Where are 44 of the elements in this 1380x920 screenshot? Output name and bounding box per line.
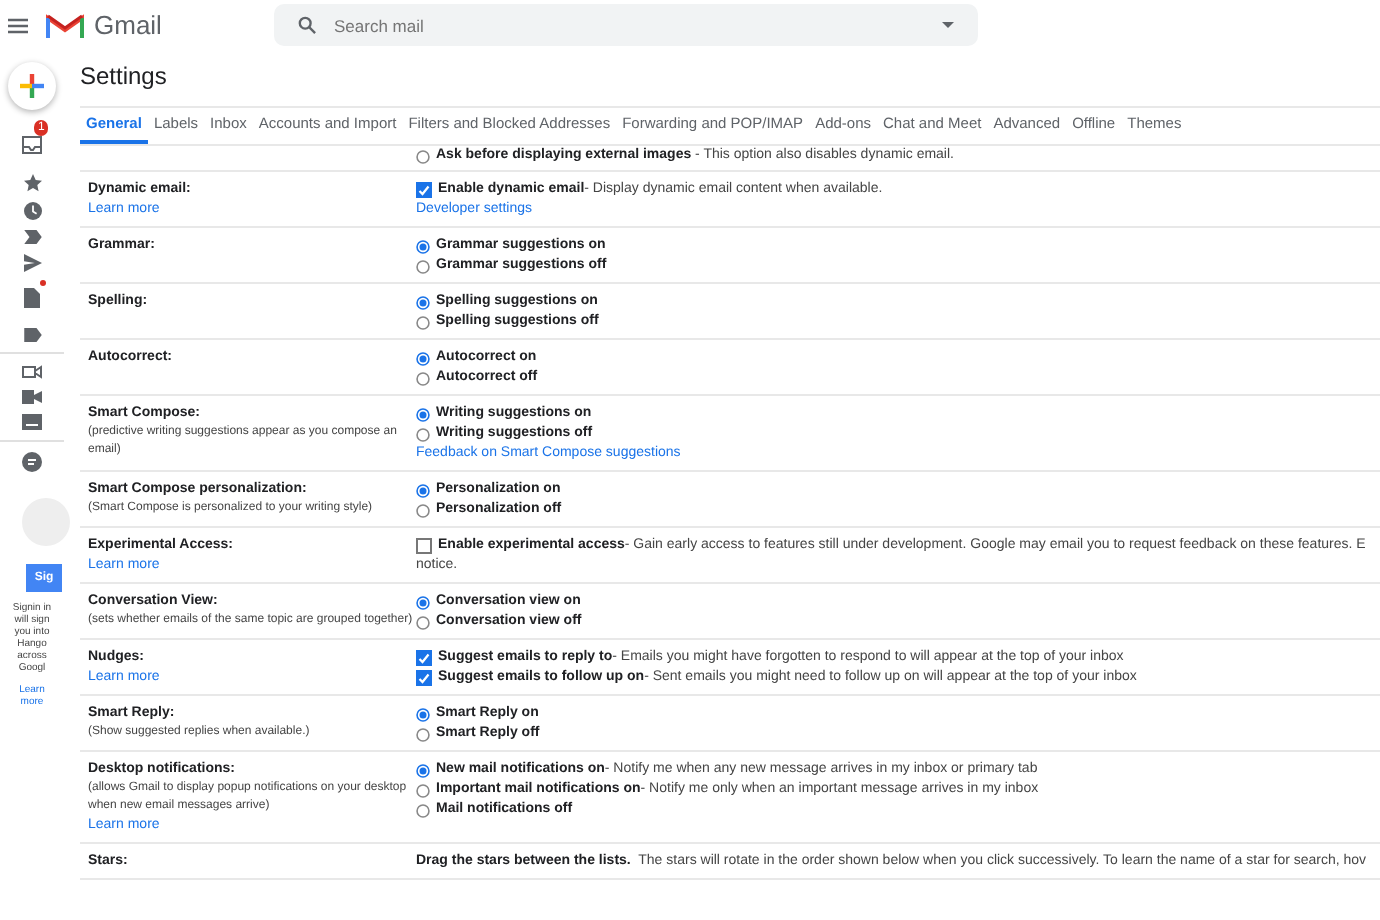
radio-button[interactable] [416,783,430,797]
radio-button[interactable] [416,803,430,817]
radio-button[interactable] [416,351,430,365]
radio-button[interactable] [416,483,430,497]
checkbox[interactable] [416,670,432,686]
menu-icon[interactable] [8,17,28,33]
radio-button[interactable] [416,259,430,273]
radio-button[interactable] [416,727,430,741]
radio-button[interactable] [416,239,430,253]
app-name: Gmail [94,10,164,40]
radio-button[interactable] [416,371,430,385]
radio-button[interactable] [416,315,430,329]
checkbox[interactable] [416,538,432,554]
star-icon[interactable] [23,174,41,192]
camera-outline-icon[interactable] [22,364,42,380]
radio-button[interactable] [416,503,430,517]
radio-button[interactable] [416,407,430,421]
plus-icon [18,72,46,100]
radio-button[interactable] [416,615,430,629]
clock-icon[interactable] [23,202,41,220]
radio-button[interactable] [416,707,430,721]
mail-logo-icon [46,11,84,39]
radio-button[interactable] [416,295,430,309]
radio-button[interactable] [416,427,430,441]
compose-button[interactable] [8,62,56,110]
checkbox[interactable] [416,182,432,198]
radio-button[interactable] [416,149,430,163]
chat-bubble-icon[interactable] [22,452,42,472]
dropdown-caret-icon[interactable] [942,21,954,29]
search-bar[interactable]: Search mail [274,4,978,46]
important-marker-icon[interactable] [23,230,41,244]
document-icon[interactable] [24,288,40,308]
checkbox[interactable] [416,650,432,666]
send-icon[interactable] [23,254,41,272]
radio-button[interactable] [416,763,430,777]
inbox-icon[interactable] [22,136,42,154]
page-title: Settings [80,62,169,90]
radio-button[interactable] [416,595,430,609]
notification-dot [40,280,46,286]
search-icon [298,16,316,34]
keyboard-icon[interactable] [22,414,42,430]
video-camera-icon[interactable] [22,390,42,404]
search-input[interactable]: Search mail [330,13,928,37]
label-icon[interactable] [23,328,41,342]
